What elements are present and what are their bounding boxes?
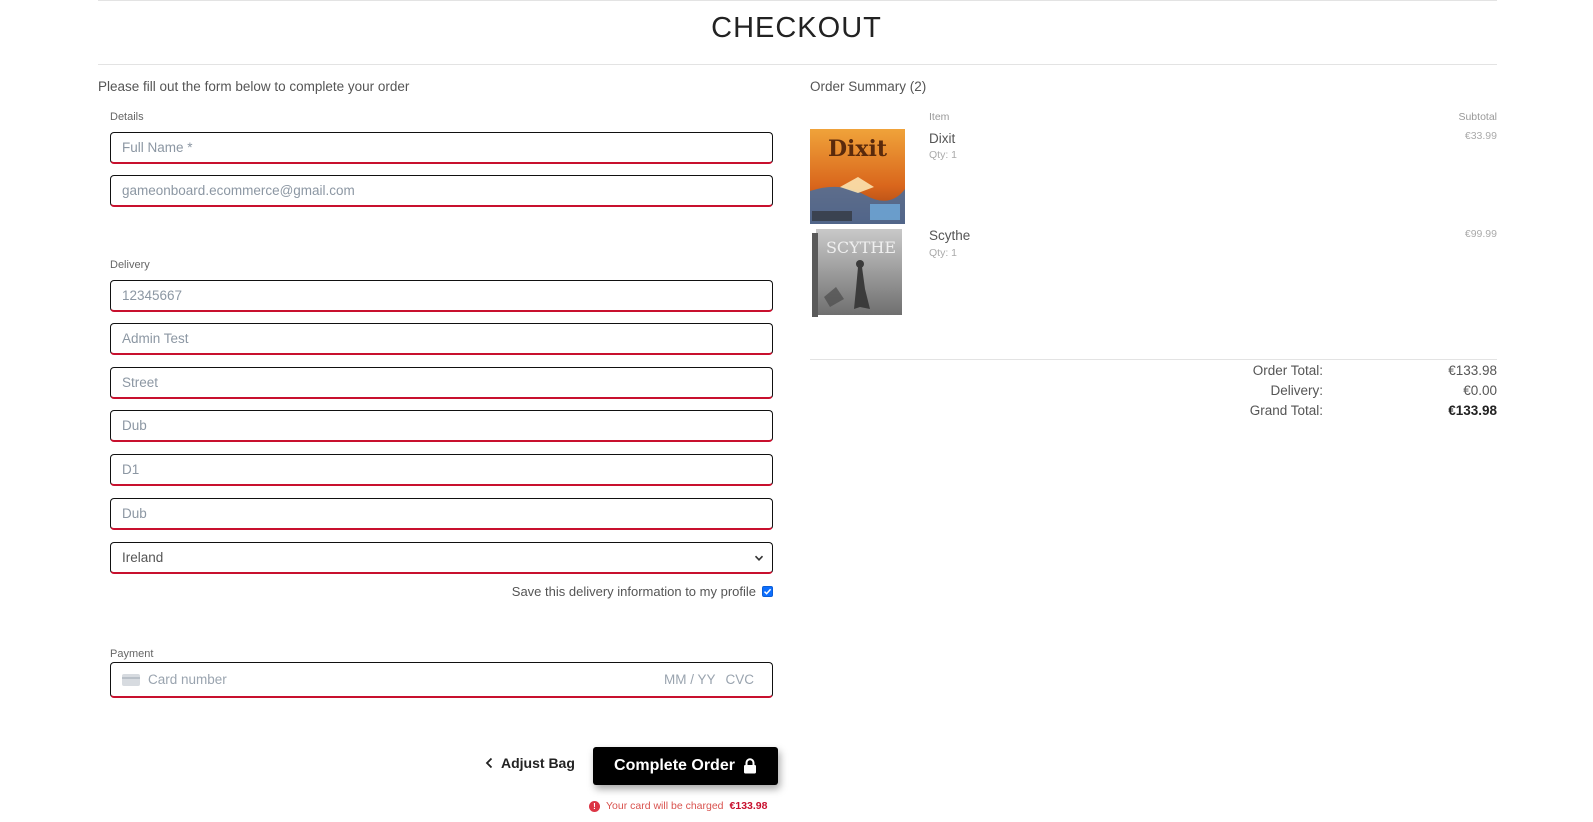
charge-amount: €133.98 [729,800,768,812]
exclamation-circle-icon: ! [589,800,600,812]
order-total-label: Order Total: [1252,363,1323,378]
scythe-box-icon[interactable]: SCYTHE [810,227,905,322]
delivery-section-label: Delivery [110,259,150,271]
subtotal-column-header: Subtotal [1458,111,1497,123]
charge-notice-text: Your card will be charged [606,800,724,812]
address-line1-input[interactable]: Admin Test [110,323,773,355]
charge-notice: ! Your card will be charged €133.98 [589,800,767,812]
complete-order-label: Complete Order [614,757,735,774]
delivery-cost-value: €0.00 [1463,383,1497,398]
card-expiry-placeholder: MM / YY [663,672,716,687]
adjust-bag-link[interactable]: Adjust Bag [485,755,575,771]
form-lead-text: Please fill out the form below to comple… [98,79,410,94]
title-divider [98,64,1497,65]
summary-item-name: Scythe [929,228,971,243]
summary-item-subtotal: €99.99 [1464,228,1497,240]
street-address-input[interactable]: Street [110,367,773,399]
country-select[interactable]: Ireland [110,542,773,574]
summary-item-qty: Qty: 1 [929,149,958,161]
order-summary-title: Order Summary (2) [810,79,927,94]
grand-total-label: Grand Total: [1249,403,1323,418]
county-input[interactable]: Dub [110,498,773,530]
card-element-input[interactable]: Card number MM / YY CVC [110,662,773,698]
checkmark-icon [763,588,772,595]
card-cvc-placeholder: CVC [725,672,754,687]
dixit-box-icon[interactable]: Dixit [810,129,905,224]
svg-text:SCYTHE: SCYTHE [826,238,896,257]
page-title: CHECKOUT [711,12,882,44]
svg-text:Dixit: Dixit [828,136,888,162]
summary-item-name: Dixit [929,131,956,146]
summary-item-subtotal: €33.99 [1464,130,1497,142]
country-select-value: Ireland [122,550,164,565]
summary-divider [810,359,1497,360]
chevron-left-icon [485,757,493,769]
top-divider [98,0,1497,1]
lock-icon [743,758,756,774]
full-name-input[interactable]: Full Name * [110,132,773,164]
grand-total-value: €133.98 [1448,403,1497,418]
payment-section-label: Payment [110,648,154,660]
order-total-value: €133.98 [1448,363,1497,378]
credit-card-icon [122,673,140,686]
email-input[interactable]: gameonboard.ecommerce@gmail.com [110,175,773,207]
save-info-checkbox[interactable] [762,586,773,597]
phone-input[interactable]: 12345667 [110,280,773,312]
chevron-down-icon [754,555,764,561]
save-info-row: Save this delivery information to my pro… [110,584,773,599]
delivery-cost-label: Delivery: [1270,383,1323,398]
details-section-label: Details [110,111,144,123]
adjust-bag-label: Adjust Bag [501,755,575,771]
summary-item-qty: Qty: 1 [929,247,958,259]
complete-order-button[interactable]: Complete Order [593,747,778,785]
save-info-label: Save this delivery information to my pro… [511,584,756,599]
item-column-header: Item [929,111,950,123]
card-number-placeholder: Card number [148,672,227,687]
postcode-input[interactable]: D1 [110,454,773,486]
town-input[interactable]: Dub [110,410,773,442]
